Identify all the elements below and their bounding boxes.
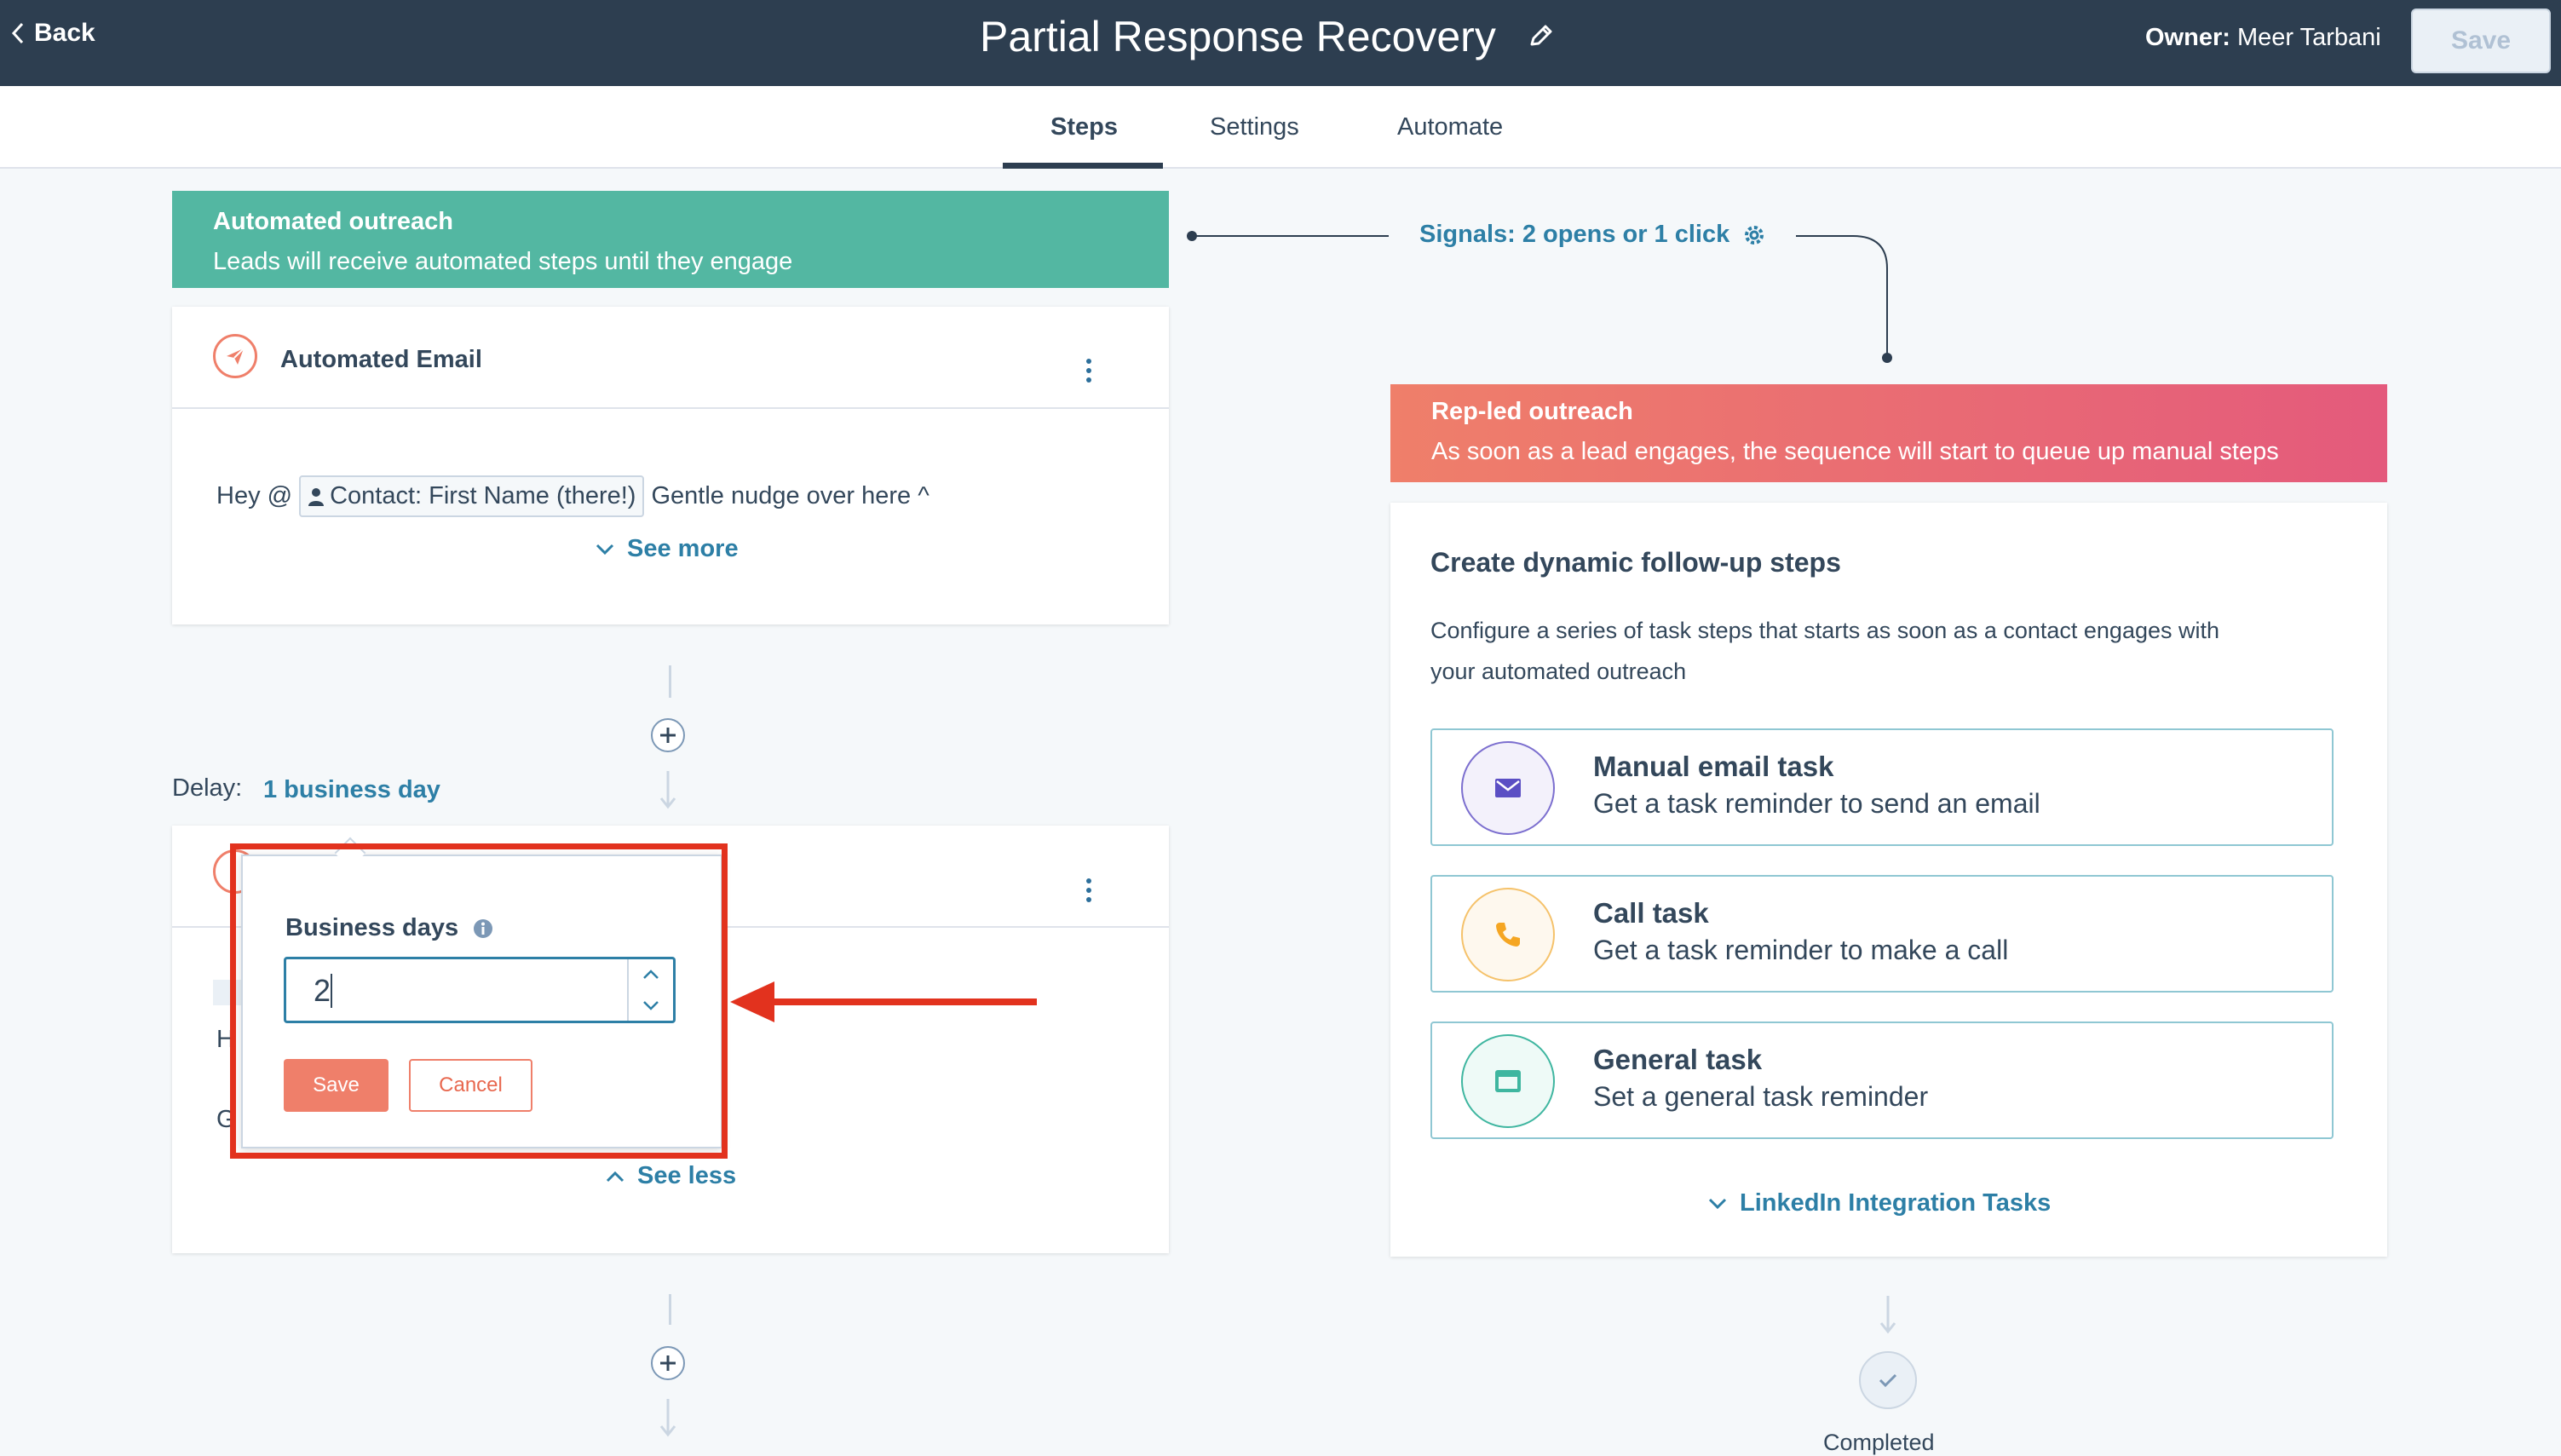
see-less-link[interactable]: See less <box>605 1162 736 1190</box>
owner-label: Owner: <box>2145 24 2230 51</box>
tab-settings[interactable]: Settings <box>1210 113 1299 141</box>
automated-email-card: Automated Email Hey @ Contact: First Nam… <box>172 307 1169 624</box>
see-more-label: See more <box>627 535 739 562</box>
chevron-up-icon <box>606 1171 624 1182</box>
save-button[interactable]: Save <box>2411 9 2551 73</box>
owner-info: Owner: Meer Tarbani <box>2145 24 2381 52</box>
chevron-down-icon <box>596 544 614 555</box>
phone-icon <box>1461 888 1555 981</box>
back-label: Back <box>34 19 95 47</box>
signals-label: Signals: 2 opens or 1 click <box>1419 221 1730 248</box>
task-description: Get a task reminder to make a call <box>1593 935 2009 965</box>
delay-label: Delay: <box>172 774 243 802</box>
chevron-down-icon <box>1708 1198 1727 1209</box>
see-more-link[interactable]: See more <box>595 535 739 563</box>
chevron-left-icon <box>11 22 24 44</box>
tab-steps[interactable]: Steps <box>1050 113 1118 141</box>
email-body-suffix: Gentle nudge over here ^ <box>651 482 929 509</box>
banner-description: As soon as a lead engages, the sequence … <box>1431 438 2279 465</box>
arrow-down-icon <box>658 771 678 814</box>
gear-icon[interactable] <box>1741 222 1767 248</box>
email-body-prefix: Hey @ <box>216 482 293 509</box>
check-icon <box>1859 1351 1917 1409</box>
rep-led-outreach-banner: Rep-led outreach As soon as a lead engag… <box>1390 384 2387 482</box>
add-step-button[interactable] <box>651 718 685 752</box>
divider <box>172 407 1169 409</box>
task-description: Set a general task reminder <box>1593 1081 1929 1112</box>
see-less-label: See less <box>637 1162 737 1189</box>
window-icon <box>1461 1034 1555 1128</box>
page-title: Partial Response Recovery <box>980 13 1496 60</box>
add-step-button[interactable] <box>651 1346 685 1380</box>
sequence-title-area: Partial Response Recovery <box>980 12 1556 61</box>
task-title: General task <box>1593 1044 1763 1075</box>
email-preview: Hey @ Contact: First Name (there!) Gentl… <box>216 475 929 517</box>
envelope-icon <box>1461 741 1555 835</box>
plus-icon <box>660 1355 676 1371</box>
card-title: Create dynamic follow-up steps <box>1430 547 1841 578</box>
connector-line <box>669 1294 671 1325</box>
signals-link[interactable]: Signals: 2 opens or 1 click <box>1419 221 1767 249</box>
banner-description: Leads will receive automated steps until… <box>213 248 793 275</box>
pencil-icon[interactable] <box>1527 22 1556 51</box>
automated-outreach-banner: Automated outreach Leads will receive au… <box>172 191 1169 288</box>
card-description-line: Configure a series of task steps that st… <box>1430 618 2220 643</box>
banner-title: Automated outreach <box>213 208 453 235</box>
more-options-icon[interactable] <box>1086 359 1091 383</box>
highlight-box-annotation <box>230 843 728 1159</box>
owner-name: Meer Tarbani <box>2236 24 2381 51</box>
send-icon <box>213 334 257 378</box>
token-label: Contact: First Name (there!) <box>330 482 636 509</box>
arrow-down-icon <box>1878 1296 1898 1339</box>
person-icon <box>308 487 325 506</box>
banner-title: Rep-led outreach <box>1431 398 1633 425</box>
arrow-down-icon <box>658 1399 678 1442</box>
general-task-option[interactable]: General task Set a general task reminder <box>1430 1022 2334 1139</box>
task-title: Call task <box>1593 897 1709 929</box>
task-title: Manual email task <box>1593 751 1834 782</box>
linkedin-tasks-label: LinkedIn Integration Tasks <box>1740 1189 2052 1217</box>
connector-line <box>669 665 671 698</box>
linkedin-tasks-link[interactable]: LinkedIn Integration Tasks <box>1707 1189 2051 1217</box>
call-task-option[interactable]: Call task Get a task reminder to make a … <box>1430 875 2334 993</box>
task-description: Get a task reminder to send an email <box>1593 788 2040 819</box>
card-description-line: your automated outreach <box>1430 659 1687 684</box>
card-title: Automated Email <box>280 346 482 373</box>
active-tab-indicator <box>1003 163 1163 169</box>
card-description: Configure a series of task steps that st… <box>1430 610 2219 692</box>
manual-email-task-option[interactable]: Manual email task Get a task reminder to… <box>1430 728 2334 846</box>
more-options-icon[interactable] <box>1086 878 1091 902</box>
delay-value-link[interactable]: 1 business day <box>263 776 440 804</box>
personalization-token: Contact: First Name (there!) <box>299 475 645 517</box>
tab-automate[interactable]: Automate <box>1397 113 1503 141</box>
back-button[interactable]: Back <box>10 19 95 48</box>
plus-icon <box>660 728 676 743</box>
red-arrow-annotation <box>730 981 1037 1022</box>
